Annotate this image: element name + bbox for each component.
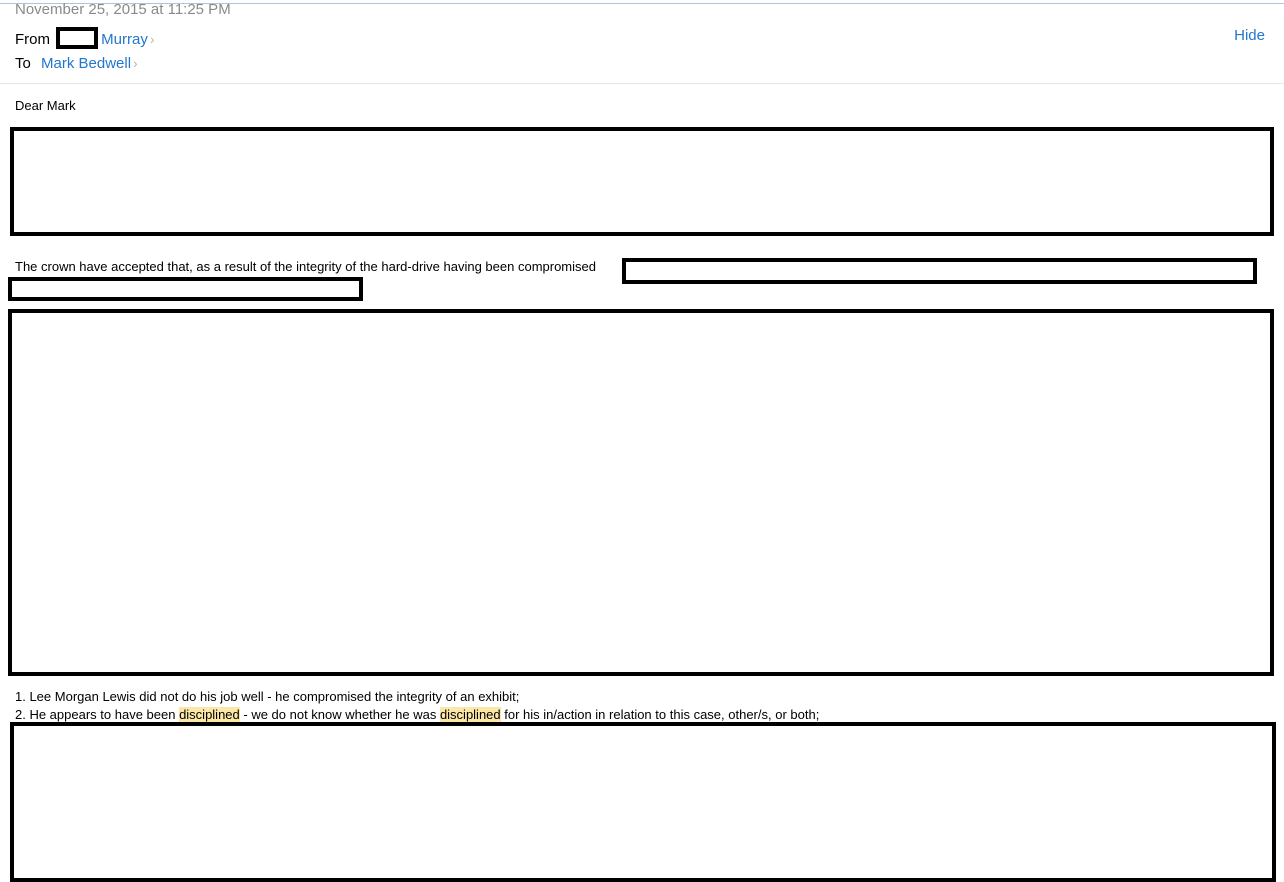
list-item-1: 1. Lee Morgan Lewis did not do his job w… — [15, 689, 520, 704]
chevron-right-icon[interactable]: › — [133, 55, 138, 71]
hide-details-button[interactable]: Hide — [1234, 27, 1265, 45]
greeting: Dear Mark — [15, 98, 76, 113]
highlighted-term: disciplined — [439, 707, 501, 722]
list-item-2-text-a: 2. He appears to have been — [15, 707, 180, 722]
list-item-2-text-b: - we do not know whether he was — [239, 707, 440, 722]
recipient-name-link[interactable]: Mark Bedwell — [41, 55, 131, 72]
list-item-2-text-c: for his in/action in relation to this ca… — [500, 707, 820, 722]
redaction-inline-2 — [8, 277, 363, 301]
sender-name-link[interactable]: Murray — [101, 31, 148, 48]
from-label: From — [15, 31, 50, 48]
from-row: From Murray › — [15, 27, 155, 49]
redaction-box-sender-first-name — [56, 27, 99, 49]
redaction-block-1 — [10, 127, 1274, 236]
chevron-right-icon[interactable]: › — [150, 31, 155, 47]
redaction-block-2 — [8, 309, 1274, 676]
redaction-block-3 — [10, 722, 1276, 882]
email-date: November 25, 2015 at 11:25 PM — [15, 1, 231, 18]
to-label: To — [15, 55, 31, 72]
header-divider — [0, 83, 1284, 84]
redaction-inline-1 — [622, 258, 1257, 284]
paragraph-hard-drive: The crown have accepted that, as a resul… — [15, 259, 596, 274]
highlighted-term: disciplined — [179, 707, 240, 722]
to-row: To Mark Bedwell › — [15, 54, 138, 73]
